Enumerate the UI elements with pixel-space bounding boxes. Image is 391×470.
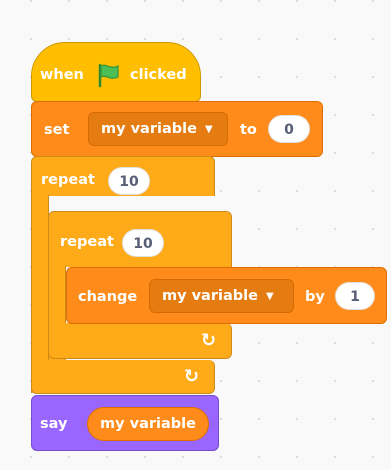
to-label: to [240, 122, 257, 138]
set-variable-block[interactable]: set my variable ▼ to 0 [31, 101, 323, 157]
set-label: set [44, 122, 70, 138]
repeat-outer-count-input[interactable]: 10 [108, 167, 150, 195]
change-label: change [78, 289, 138, 305]
by-label: by [305, 289, 325, 305]
repeat-inner-label: repeat [60, 234, 114, 250]
repeat-inner-count-input[interactable]: 10 [122, 229, 164, 257]
variable-reporter[interactable]: my variable [87, 407, 209, 441]
chevron-down-icon: ▼ [204, 124, 213, 135]
variable-dropdown[interactable]: my variable ▼ [149, 279, 294, 313]
set-value-input[interactable]: 0 [268, 115, 310, 143]
when-flag-clicked-block[interactable]: when clicked [31, 42, 201, 102]
green-flag-icon [98, 63, 119, 88]
change-value-input[interactable]: 1 [335, 282, 375, 310]
repeat-outer-footer: ↻ [31, 360, 215, 394]
repeat-inner-footer: ↻ [48, 323, 232, 359]
loop-arrow-icon: ↻ [184, 366, 200, 387]
repeat-outer-label: repeat [41, 172, 95, 188]
change-variable-block[interactable]: change my variable ▼ by 1 [66, 267, 387, 324]
variable-dropdown-label: my variable [162, 288, 258, 304]
repeat-outer-block[interactable]: repeat 10 [31, 156, 215, 196]
say-label: say [40, 416, 68, 432]
loop-arrow-icon: ↻ [201, 330, 217, 351]
repeat-inner-block[interactable]: repeat 10 [48, 211, 232, 267]
chevron-down-icon: ▼ [265, 291, 274, 302]
clicked-label: clicked [130, 67, 187, 83]
say-block[interactable]: say my variable [31, 395, 219, 451]
variable-dropdown-label: my variable [101, 121, 197, 137]
variable-dropdown[interactable]: my variable ▼ [88, 112, 228, 146]
when-label: when [40, 67, 84, 83]
